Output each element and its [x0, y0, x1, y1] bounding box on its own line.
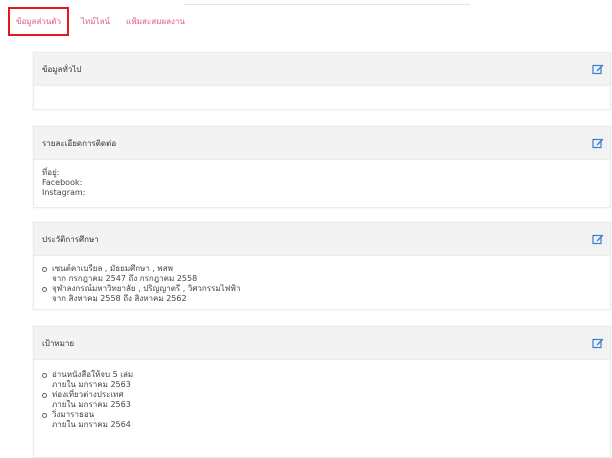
education-period: จาก สิงหาคม 2558 ถึง สิงหาคม 2562 — [52, 294, 187, 303]
card-body: ที่อยู่: Facebook: Instagram: — [34, 160, 610, 204]
goal-deadline: ภายใน มกราคม 2564 — [52, 420, 131, 429]
goal-deadline: ภายใน มกราคม 2563 — [52, 400, 131, 409]
list-item: จุฬาลงกรณ์มหาวิทยาลัย , ปริญญาตรี , วิศว… — [42, 284, 602, 304]
card-body: อ่านหนังสือให้จบ 5 เล่ม ภายใน มกราคม 256… — [34, 360, 610, 436]
edit-icon[interactable] — [592, 233, 604, 245]
goal-title: วิ่งมาราธอน — [52, 410, 95, 419]
card-title: ประวัติการศึกษา — [42, 234, 99, 244]
card-title: เป้าหมาย — [42, 338, 75, 348]
edit-icon[interactable] — [592, 137, 604, 149]
list-item: อ่านหนังสือให้จบ 5 เล่ม ภายใน มกราคม 256… — [42, 370, 602, 390]
education-school: จุฬาลงกรณ์มหาวิทยาลัย , ปริญญาตรี , วิศว… — [52, 284, 241, 293]
tab-timeline[interactable]: ไทม์ไลน์ — [81, 15, 110, 28]
education-school: เซนต์คาเบรียล , มัธยมศึกษา , พสพ — [52, 264, 173, 273]
top-divider — [184, 0, 470, 5]
card-header: ข้อมูลทั่วไป — [34, 53, 610, 86]
list-item: เซนต์คาเบรียล , มัธยมศึกษา , พสพ จาก กรก… — [42, 264, 602, 284]
goal-deadline: ภายใน มกราคม 2563 — [52, 380, 131, 389]
list-item: วิ่งมาราธอน ภายใน มกราคม 2564 — [42, 410, 602, 430]
card-title: ข้อมูลทั่วไป — [42, 64, 82, 74]
tab-portfolio[interactable]: แฟ้มสะสมผลงาน — [126, 15, 185, 28]
card-header: เป้าหมาย — [34, 327, 610, 360]
card-header: ประวัติการศึกษา — [34, 223, 610, 256]
card-education: ประวัติการศึกษา เซนต์คาเบรียล , มัธยมศึก… — [33, 222, 611, 310]
education-list: เซนต์คาเบรียล , มัธยมศึกษา , พสพ จาก กรก… — [42, 264, 602, 304]
card-body: เซนต์คาเบรียล , มัธยมศึกษา , พสพ จาก กรก… — [34, 256, 610, 310]
tab-personal-info[interactable]: ข้อมูลส่วนตัว — [8, 6, 69, 36]
goal-title: ท่องเที่ยวต่างประเทศ — [52, 390, 124, 399]
list-item: ท่องเที่ยวต่างประเทศ ภายใน มกราคม 2563 — [42, 390, 602, 410]
card-goals: เป้าหมาย อ่านหนังสือให้จบ 5 เล่ม ภายใน ม… — [33, 326, 611, 458]
facebook-label: Facebook: — [42, 178, 83, 187]
card-contact: รายละเอียดการติดต่อ ที่อยู่: Facebook: I… — [33, 126, 611, 208]
edit-icon[interactable] — [592, 63, 604, 75]
address-label: ที่อยู่: — [42, 168, 60, 177]
instagram-label: Instagram: — [42, 188, 86, 197]
card-header: รายละเอียดการติดต่อ — [34, 127, 610, 160]
card-general-info: ข้อมูลทั่วไป — [33, 52, 611, 110]
card-title: รายละเอียดการติดต่อ — [42, 138, 117, 148]
education-period: จาก กรกฎาคม 2547 ถึง กรกฎาคม 2558 — [52, 274, 198, 283]
goal-title: อ่านหนังสือให้จบ 5 เล่ม — [52, 370, 134, 379]
profile-tabs: ข้อมูลส่วนตัว ไทม์ไลน์ แฟ้มสะสมผลงาน — [8, 6, 201, 36]
edit-icon[interactable] — [592, 337, 604, 349]
goals-list: อ่านหนังสือให้จบ 5 เล่ม ภายใน มกราคม 256… — [42, 370, 602, 430]
